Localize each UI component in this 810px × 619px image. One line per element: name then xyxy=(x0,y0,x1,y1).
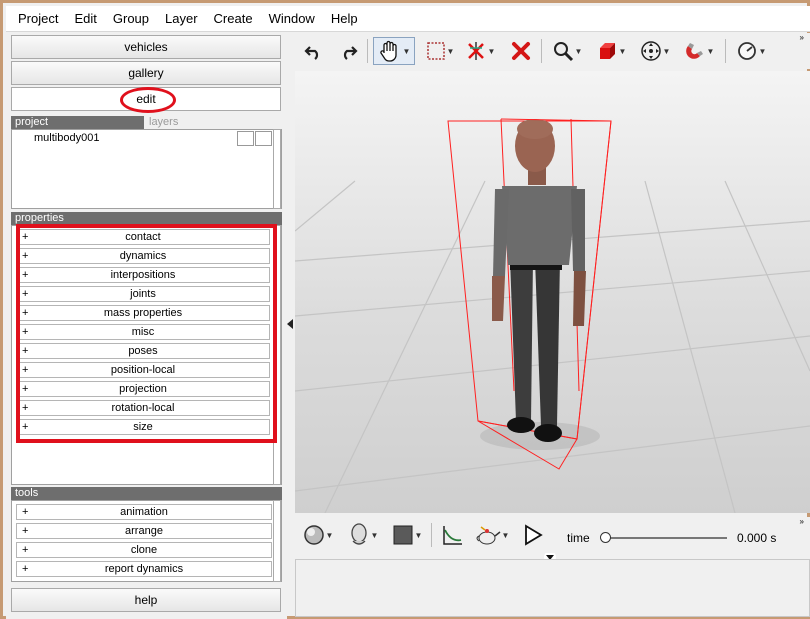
chevron-down-icon[interactable]: ▼ xyxy=(575,47,583,56)
time-label: time xyxy=(567,531,590,545)
properties-highlight-box xyxy=(16,224,277,443)
project-item-checkbox[interactable] xyxy=(237,131,254,146)
time-slider-thumb[interactable] xyxy=(600,532,611,543)
chevron-down-icon[interactable]: ▼ xyxy=(415,531,423,540)
axis-icon[interactable]: ▼ xyxy=(463,37,497,65)
redo-icon[interactable] xyxy=(335,37,361,65)
chevron-down-icon[interactable]: ▼ xyxy=(707,47,715,56)
chevron-down-icon[interactable]: ▼ xyxy=(488,47,496,56)
hand-select-icon[interactable]: ▼ xyxy=(373,37,415,65)
tool-row-report-dynamics[interactable]: + report dynamics xyxy=(16,561,272,577)
bottom-panel xyxy=(295,559,810,617)
viewport-toolbar: ▼ ▼ ▼ ▼ ▼ ▼ ▼ ▼ » xyxy=(295,33,810,69)
toolbar-overflow-icon[interactable]: » xyxy=(800,33,804,42)
tools-scrollbar[interactable] xyxy=(273,500,281,582)
play-icon[interactable] xyxy=(519,521,547,549)
dial-icon[interactable]: ▼ xyxy=(733,37,769,65)
toolbar-separator xyxy=(367,39,368,63)
box-select-icon[interactable]: ▼ xyxy=(423,37,457,65)
menu-layer[interactable]: Layer xyxy=(157,6,206,32)
undo-icon[interactable] xyxy=(301,37,327,65)
vehicles-button[interactable]: vehicles xyxy=(11,35,281,59)
tab-layers[interactable]: layers xyxy=(144,116,282,129)
chevron-down-icon[interactable]: ▼ xyxy=(619,47,627,56)
expand-plus-icon[interactable]: + xyxy=(22,505,28,519)
project-item-multibody001[interactable]: multibody001 xyxy=(34,132,99,144)
expand-plus-icon[interactable]: + xyxy=(22,562,28,576)
tool-label: report dynamics xyxy=(104,563,184,575)
application-window: Project Edit Group Layer Create Window H… xyxy=(0,0,810,619)
toolbar-overflow-icon[interactable]: » xyxy=(800,517,804,526)
chevron-down-icon[interactable]: ▼ xyxy=(326,531,334,540)
menu-help[interactable]: Help xyxy=(323,6,366,32)
magnet-icon[interactable]: ▼ xyxy=(681,37,717,65)
time-value: 0.000 s xyxy=(737,531,777,545)
red-cube-icon[interactable]: ▼ xyxy=(593,37,629,65)
help-button[interactable]: help xyxy=(11,588,281,612)
graph-icon[interactable] xyxy=(439,521,467,549)
menu-edit[interactable]: Edit xyxy=(66,6,104,32)
timeline-toolbar: ▼ ▼ ▼ ▼ time 0.000 s » xyxy=(295,517,810,563)
project-item-checkbox[interactable] xyxy=(255,131,272,146)
color-square-icon[interactable]: ▼ xyxy=(389,521,425,549)
sphere-icon[interactable]: ▼ xyxy=(301,521,335,549)
tool-row-arrange[interactable]: + arrange xyxy=(16,523,272,539)
delete-icon[interactable] xyxy=(507,37,535,65)
chevron-down-icon[interactable]: ▼ xyxy=(403,47,411,56)
toolbar-separator xyxy=(725,39,726,63)
tool-row-clone[interactable]: + clone xyxy=(16,542,272,558)
tool-label: arrange xyxy=(125,525,163,537)
menu-create[interactable]: Create xyxy=(206,6,261,32)
toolbar-separator xyxy=(431,523,432,547)
expand-plus-icon[interactable]: + xyxy=(22,543,28,557)
menubar: Project Edit Group Layer Create Window H… xyxy=(6,6,810,32)
tools-header: tools xyxy=(11,487,282,500)
scene-canvas xyxy=(295,118,810,513)
chevron-down-icon[interactable]: ▼ xyxy=(371,531,379,540)
left-sidebar: vehicles gallery edit project layers mul… xyxy=(6,33,287,619)
expand-plus-icon[interactable]: + xyxy=(22,524,28,538)
menu-project[interactable]: Project xyxy=(10,6,66,32)
tab-project[interactable]: project xyxy=(11,116,144,129)
time-slider-track[interactable] xyxy=(605,537,727,539)
tool-label: clone xyxy=(130,544,158,556)
head-icon[interactable]: ▼ xyxy=(345,521,381,549)
chevron-down-icon[interactable]: ▼ xyxy=(759,47,767,56)
move-icon[interactable]: ▼ xyxy=(637,37,673,65)
edit-highlight-circle xyxy=(120,87,176,113)
project-list: multibody001 xyxy=(11,129,282,209)
3d-viewport[interactable] xyxy=(295,71,810,513)
menu-group[interactable]: Group xyxy=(105,6,157,32)
project-list-scrollbar[interactable] xyxy=(273,129,281,209)
tool-label: animation xyxy=(120,506,168,518)
chevron-down-icon[interactable]: ▼ xyxy=(447,47,455,56)
gallery-button[interactable]: gallery xyxy=(11,61,281,85)
zoom-icon[interactable]: ▼ xyxy=(549,37,585,65)
chevron-down-icon[interactable]: ▼ xyxy=(663,47,671,56)
teapot-icon[interactable]: ▼ xyxy=(473,521,511,549)
toolbar-separator xyxy=(541,39,542,63)
chevron-down-icon[interactable]: ▼ xyxy=(502,531,510,540)
menu-window[interactable]: Window xyxy=(261,6,323,32)
tool-row-animation[interactable]: + animation xyxy=(16,504,272,520)
collapse-panel-icon[interactable] xyxy=(286,317,294,331)
